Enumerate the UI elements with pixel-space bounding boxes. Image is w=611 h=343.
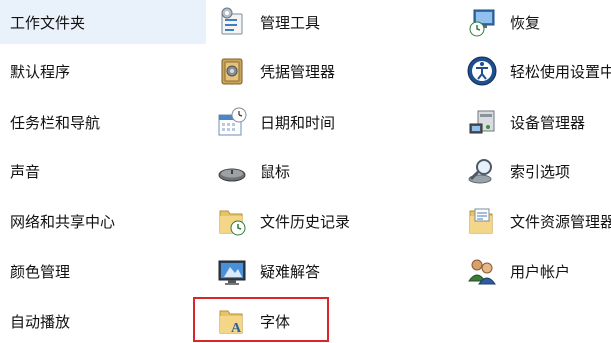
item-label: 默认程序 — [10, 62, 71, 81]
item-user-accounts[interactable]: 用户帐户 — [456, 249, 611, 293]
item-fonts[interactable]: A 字体 — [206, 299, 456, 343]
device-manager-icon — [466, 106, 498, 138]
item-default-programs[interactable]: 默认程序 — [0, 49, 206, 93]
item-label: 任务栏和导航 — [10, 113, 101, 132]
mouse-icon — [216, 155, 248, 187]
item-label: 恢复 — [510, 13, 541, 32]
item-troubleshooting[interactable]: 疑难解答 — [206, 249, 456, 293]
item-label: 声音 — [10, 162, 41, 181]
item-label: 自动播放 — [10, 312, 71, 331]
item-file-explorer-options[interactable]: 文件资源管理器选项 — [456, 199, 611, 243]
credential-manager-icon — [216, 55, 248, 87]
control-panel-items: 工作文件夹 默认程序 任务栏和导航 声音 网络和共享中心 颜色管理 自动播放 管… — [0, 0, 611, 343]
item-label: 鼠标 — [260, 162, 291, 181]
item-label: 设备管理器 — [510, 113, 586, 132]
item-recovery[interactable]: 恢复 — [456, 0, 611, 44]
item-label: 文件资源管理器选项 — [510, 212, 611, 231]
item-ease-of-access-center[interactable]: 轻松使用设置中心 — [456, 49, 611, 93]
item-label: 索引选项 — [510, 162, 571, 181]
item-taskbar-navigation[interactable]: 任务栏和导航 — [0, 100, 206, 144]
svg-text:A: A — [231, 321, 242, 336]
fonts-folder-icon: A — [216, 305, 248, 337]
item-label: 颜色管理 — [10, 262, 71, 281]
item-administrative-tools[interactable]: 管理工具 — [206, 0, 456, 44]
ease-of-access-icon — [466, 55, 498, 87]
date-time-icon — [216, 106, 248, 138]
admin-tools-icon — [216, 6, 248, 38]
item-network-sharing-center[interactable]: 网络和共享中心 — [0, 199, 206, 243]
file-history-icon — [216, 205, 248, 237]
item-label: 凭据管理器 — [260, 62, 336, 81]
item-label: 工作文件夹 — [10, 13, 86, 32]
item-mouse[interactable]: 鼠标 — [206, 149, 456, 193]
item-file-history[interactable]: 文件历史记录 — [206, 199, 456, 243]
item-work-folders[interactable]: 工作文件夹 — [0, 0, 206, 44]
indexing-options-icon — [466, 155, 498, 187]
item-credential-manager[interactable]: 凭据管理器 — [206, 49, 456, 93]
item-label: 日期和时间 — [260, 113, 336, 132]
item-label: 网络和共享中心 — [10, 212, 116, 231]
item-label: 字体 — [260, 312, 291, 331]
item-date-and-time[interactable]: 日期和时间 — [206, 100, 456, 144]
item-label: 疑难解答 — [260, 262, 321, 281]
item-sound[interactable]: 声音 — [0, 149, 206, 193]
user-accounts-icon — [466, 255, 498, 287]
item-indexing-options[interactable]: 索引选项 — [456, 149, 611, 193]
item-device-manager[interactable]: 设备管理器 — [456, 100, 611, 144]
item-color-management[interactable]: 颜色管理 — [0, 249, 206, 293]
troubleshooting-icon — [216, 255, 248, 287]
item-label: 管理工具 — [260, 13, 321, 32]
item-label: 用户帐户 — [510, 262, 571, 281]
recovery-icon — [466, 6, 498, 38]
item-label: 轻松使用设置中心 — [510, 62, 611, 81]
file-explorer-options-icon — [466, 205, 498, 237]
item-label: 文件历史记录 — [260, 212, 351, 231]
item-autoplay[interactable]: 自动播放 — [0, 299, 206, 343]
